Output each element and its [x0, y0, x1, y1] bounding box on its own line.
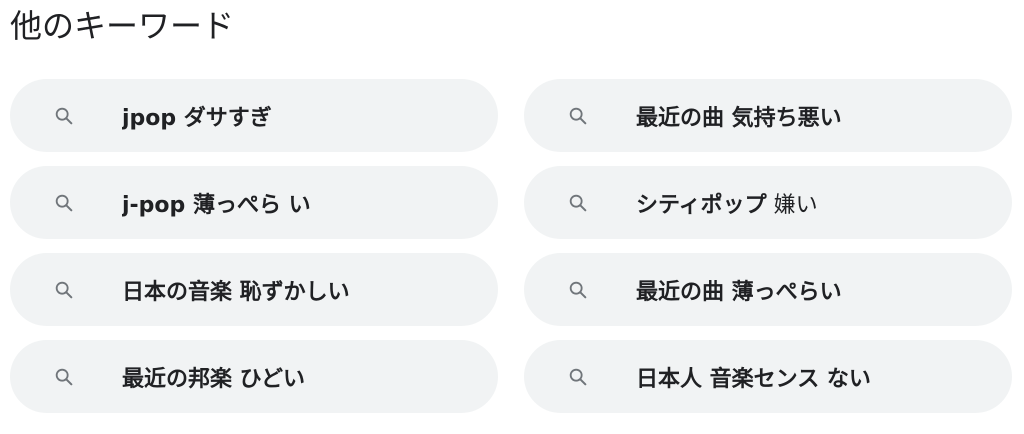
- keyword-chip[interactable]: シティポップ 嫌い: [524, 166, 1012, 239]
- keyword-chip[interactable]: j-pop 薄っぺら い: [10, 166, 498, 239]
- search-icon: [52, 104, 76, 128]
- related-keywords-grid: jpop ダサすぎ 最近の曲 気持ち悪い j-pop 薄っぺら い シティポップ…: [10, 79, 1012, 413]
- search-icon: [566, 104, 590, 128]
- keyword-label: 最近の曲 薄っぺらい: [636, 279, 842, 305]
- search-icon: [566, 278, 590, 302]
- search-icon: [566, 365, 590, 389]
- section-title: 他のキーワード: [10, 7, 235, 45]
- keyword-chip[interactable]: 日本の音楽 恥ずかしい: [10, 253, 498, 326]
- search-icon: [52, 278, 76, 302]
- keyword-chip[interactable]: 最近の曲 気持ち悪い: [524, 79, 1012, 152]
- keyword-label: 最近の曲 気持ち悪い: [636, 105, 842, 131]
- keyword-label: 日本人 音楽センス ない: [636, 366, 871, 392]
- search-icon: [566, 191, 590, 215]
- keyword-label: シティポップ 嫌い: [636, 192, 818, 218]
- keyword-label: jpop ダサすぎ: [122, 105, 272, 131]
- keyword-chip[interactable]: 最近の邦楽 ひどい: [10, 340, 498, 413]
- keyword-label: j-pop 薄っぺら い: [122, 192, 311, 218]
- keyword-label: 日本の音楽 恥ずかしい: [122, 279, 350, 305]
- keyword-label: 最近の邦楽 ひどい: [122, 366, 305, 392]
- keyword-chip[interactable]: jpop ダサすぎ: [10, 79, 498, 152]
- search-icon: [52, 191, 76, 215]
- search-icon: [52, 365, 76, 389]
- keyword-chip[interactable]: 最近の曲 薄っぺらい: [524, 253, 1012, 326]
- keyword-chip[interactable]: 日本人 音楽センス ない: [524, 340, 1012, 413]
